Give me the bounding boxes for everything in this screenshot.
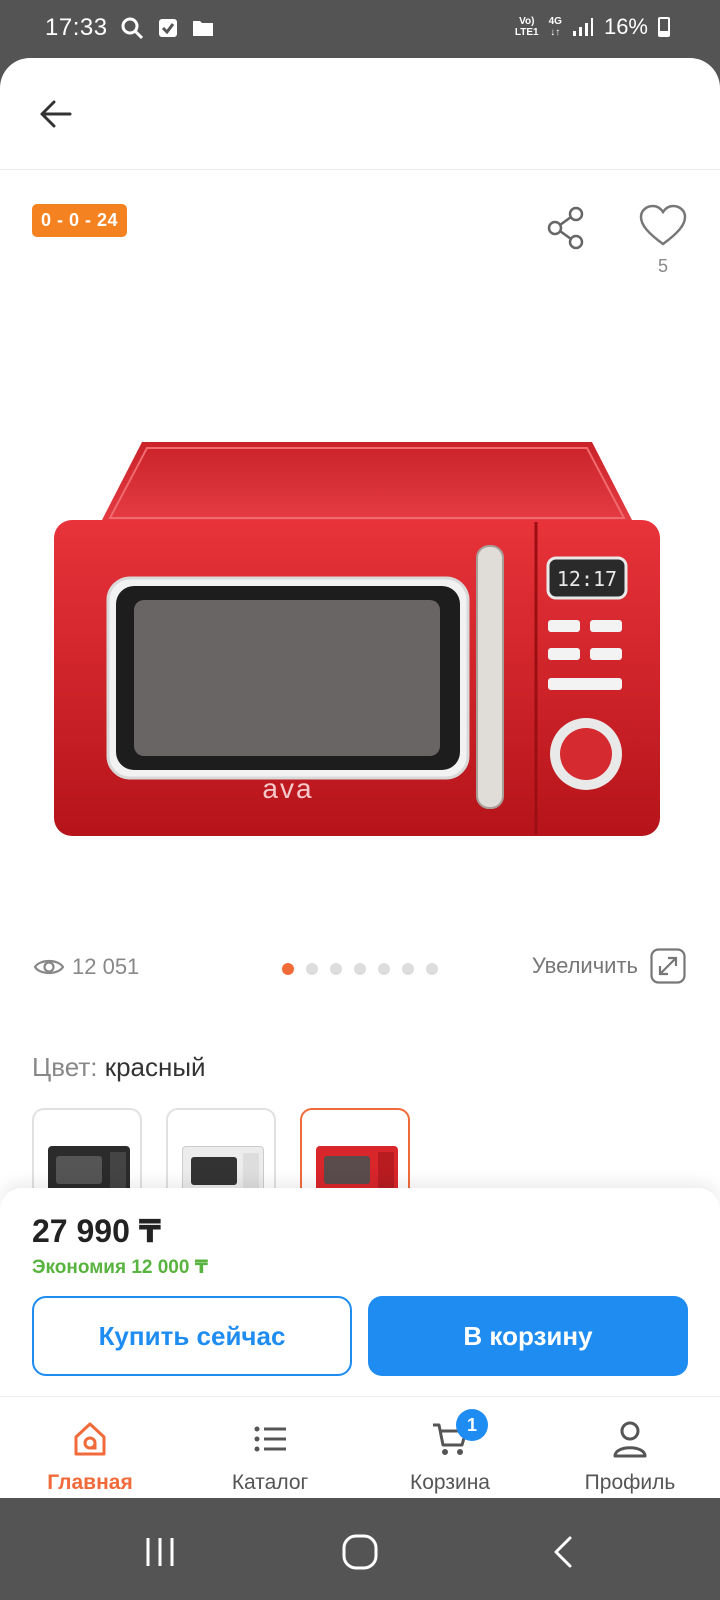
status-time: 17:33 bbox=[45, 14, 108, 41]
nav-item-home[interactable]: Главная bbox=[0, 1397, 180, 1498]
nav-item-cart[interactable]: 1 Корзина bbox=[360, 1397, 540, 1498]
folder-icon bbox=[193, 21, 213, 36]
buy-now-button[interactable]: Купить сейчас bbox=[32, 1296, 352, 1376]
status-right: Vo) LTE1 4G ↓↑ 16% bbox=[515, 14, 670, 40]
favorites-count: 5 bbox=[657, 256, 668, 276]
nav-label-cart: Корзина bbox=[410, 1471, 490, 1494]
cart-count-badge: 1 bbox=[456, 1409, 488, 1441]
microwave-brand-logo: ava bbox=[262, 773, 313, 804]
pagination-dot[interactable] bbox=[354, 963, 366, 975]
battery-icon bbox=[658, 17, 670, 37]
home-icon bbox=[74, 1422, 106, 1456]
microwave-display: 12:17 bbox=[557, 567, 617, 591]
volte-indicator: Vo) LTE1 bbox=[514, 16, 539, 38]
back-arrow-icon[interactable] bbox=[34, 92, 78, 136]
catalog-list-icon bbox=[254, 1426, 286, 1452]
saving-amount: Экономия 12 000 ₸ bbox=[32, 1257, 208, 1278]
nav-item-profile[interactable]: Профиль bbox=[540, 1397, 720, 1498]
recent-apps-icon[interactable] bbox=[140, 1532, 180, 1572]
microwave-handle bbox=[476, 545, 504, 809]
network-type-indicator: 4G ↓↑ bbox=[548, 16, 562, 38]
pagination-dot[interactable] bbox=[306, 963, 318, 975]
search-icon bbox=[121, 17, 144, 40]
eye-icon bbox=[34, 959, 64, 975]
checkbox-icon bbox=[159, 19, 177, 37]
microwave-top bbox=[102, 442, 632, 520]
pagination-dot[interactable] bbox=[330, 963, 342, 975]
heart-icon[interactable] bbox=[638, 204, 688, 248]
nav-label-catalog: Каталог bbox=[231, 1471, 309, 1494]
zoom-button[interactable]: Увеличить bbox=[532, 948, 686, 984]
pagination-dot[interactable] bbox=[426, 963, 438, 975]
pagination-dot[interactable] bbox=[282, 963, 294, 975]
add-to-cart-button[interactable]: В корзину bbox=[368, 1296, 688, 1376]
pagination-dot[interactable] bbox=[378, 963, 390, 975]
battery-percent: 16% bbox=[603, 14, 648, 39]
color-label: Цвет: bbox=[32, 1052, 98, 1082]
expand-icon bbox=[650, 948, 686, 984]
home-button-icon[interactable] bbox=[340, 1532, 380, 1572]
signal-icon bbox=[572, 18, 593, 36]
color-value: красный bbox=[104, 1052, 206, 1082]
status-bar: 17:33 Vo) LTE1 4G ↓↑ 16% bbox=[0, 0, 720, 58]
views-count: 12 051 bbox=[72, 954, 140, 979]
nav-label-home: Главная bbox=[47, 1471, 133, 1494]
nav-item-catalog[interactable]: Каталог bbox=[180, 1397, 360, 1498]
product-image-microwave[interactable]: 12:17 ava bbox=[52, 438, 662, 918]
status-notification-icons bbox=[120, 16, 214, 40]
product-page: 0 - 0 - 24 5 12:17 ava 12 051 Увеличить … bbox=[0, 58, 720, 1498]
profile-icon bbox=[613, 1421, 647, 1458]
color-selector-label: Цвет: красный bbox=[32, 1052, 206, 1083]
share-icon[interactable] bbox=[546, 206, 586, 250]
purchase-panel: 27 990 ₸ Экономия 12 000 ₸ Купить сейчас… bbox=[0, 1188, 720, 1396]
system-navigation-bar bbox=[0, 1504, 720, 1600]
bottom-navigation: Главная Каталог 1 Корзина Профиль bbox=[0, 1396, 720, 1498]
image-pagination bbox=[282, 963, 438, 975]
zoom-label: Увеличить bbox=[531, 953, 638, 978]
top-bar bbox=[0, 58, 720, 170]
pagination-dot[interactable] bbox=[402, 963, 414, 975]
price: 27 990 ₸ bbox=[32, 1213, 162, 1249]
installment-badge: 0 - 0 - 24 bbox=[32, 204, 128, 237]
system-back-icon[interactable] bbox=[544, 1532, 584, 1572]
nav-label-profile: Профиль bbox=[584, 1471, 676, 1494]
views-counter: 12 051 bbox=[34, 954, 139, 980]
